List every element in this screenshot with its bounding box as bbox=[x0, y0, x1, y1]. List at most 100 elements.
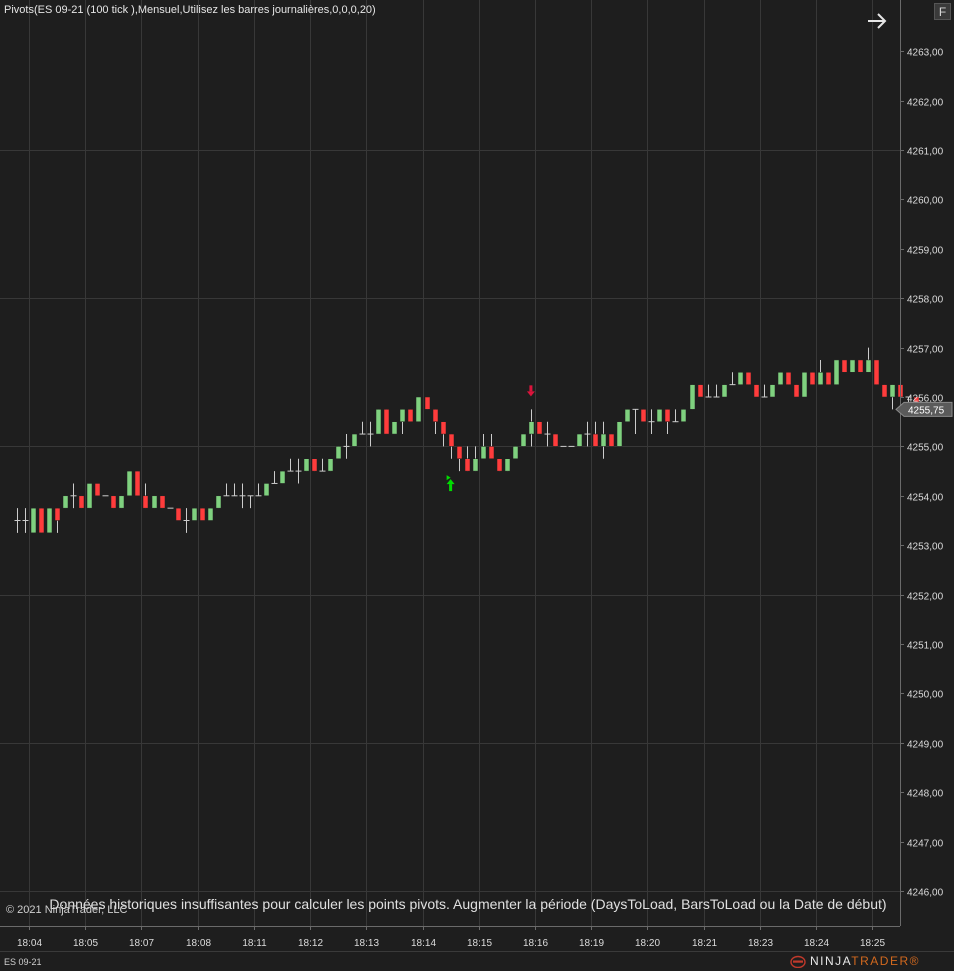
candle bbox=[721, 384, 728, 398]
candle-body-up bbox=[30, 507, 37, 534]
candle bbox=[207, 507, 214, 521]
candle bbox=[769, 384, 776, 398]
candle-body-down bbox=[488, 446, 495, 459]
candle-body-down bbox=[159, 495, 166, 509]
x-tick-label: 18:21 bbox=[692, 938, 717, 949]
candle bbox=[608, 433, 615, 447]
x-tick-label: 18:08 bbox=[186, 938, 211, 949]
candle bbox=[126, 470, 133, 497]
y-tick-label: 4258,00 bbox=[907, 295, 944, 306]
candle-body-up bbox=[86, 483, 93, 509]
candle bbox=[263, 483, 270, 497]
candle-body-up bbox=[399, 409, 406, 422]
candle bbox=[30, 507, 37, 534]
candle-body-down bbox=[38, 507, 45, 534]
brand-name-part1: NINJA bbox=[810, 954, 852, 968]
candle bbox=[110, 495, 117, 509]
y-tick-label: 4255,00 bbox=[907, 443, 944, 454]
candle bbox=[809, 372, 816, 385]
candle-body-up bbox=[737, 372, 744, 385]
candle-body-up bbox=[472, 458, 479, 472]
candle-body-up bbox=[656, 409, 663, 422]
candle-body-down bbox=[640, 409, 647, 422]
arrow-down-shaft bbox=[529, 385, 533, 392]
candle-body-down bbox=[857, 359, 864, 373]
x-tick-label: 18:25 bbox=[860, 938, 885, 949]
candle bbox=[175, 507, 182, 521]
candle bbox=[335, 446, 342, 459]
f-button[interactable]: F bbox=[934, 3, 951, 20]
candle-body-down bbox=[552, 433, 559, 447]
candle bbox=[552, 433, 559, 447]
candle bbox=[391, 421, 398, 435]
candle bbox=[62, 495, 69, 509]
candle bbox=[311, 458, 318, 472]
y-tick-label: 4262,00 bbox=[907, 98, 944, 109]
candle-body-down bbox=[536, 421, 543, 435]
candle-body-down bbox=[54, 507, 61, 521]
candle bbox=[624, 409, 631, 422]
candle bbox=[873, 359, 880, 385]
arrow-up-shaft bbox=[449, 484, 453, 492]
candle bbox=[118, 495, 125, 509]
candle bbox=[616, 421, 623, 447]
candle-body-up bbox=[616, 421, 623, 447]
candle-body-down bbox=[440, 421, 447, 435]
y-tick-label: 4247,00 bbox=[907, 839, 944, 850]
candle bbox=[753, 384, 760, 398]
y-tick-label: 4261,00 bbox=[907, 147, 944, 158]
candle-body-up bbox=[191, 507, 198, 521]
x-tick-label: 18:20 bbox=[635, 938, 660, 949]
candle bbox=[159, 495, 166, 509]
candle-body-up bbox=[415, 396, 422, 422]
candle-body-down bbox=[407, 409, 414, 422]
candle bbox=[825, 372, 832, 385]
last-price-tag: 4255,75 bbox=[895, 401, 953, 417]
candle-body-down bbox=[841, 359, 848, 373]
candle bbox=[857, 359, 864, 373]
y-tick-label: 4252,00 bbox=[907, 592, 944, 603]
brand-name-part2: TRADER bbox=[851, 954, 910, 968]
candle bbox=[415, 396, 422, 422]
candle-body-down bbox=[175, 507, 182, 521]
candle bbox=[134, 470, 141, 497]
chart-background bbox=[0, 0, 954, 971]
candle bbox=[576, 433, 583, 447]
candle-body-down bbox=[383, 409, 390, 435]
x-tick-label: 18:16 bbox=[523, 938, 548, 949]
candle-body-up bbox=[263, 483, 270, 497]
candle-body-down bbox=[785, 372, 792, 385]
scroll-to-end-button[interactable] bbox=[864, 8, 890, 34]
x-tick-label: 18:05 bbox=[73, 938, 98, 949]
arrow-right-icon bbox=[868, 13, 887, 29]
candle-body-up bbox=[279, 470, 286, 484]
candle-body-down bbox=[78, 495, 85, 509]
x-tick-label: 18:11 bbox=[242, 938, 267, 949]
candle-body-down bbox=[464, 458, 471, 472]
last-price-label: 4255,75 bbox=[908, 405, 945, 416]
candle-body-down bbox=[745, 372, 752, 385]
candle bbox=[38, 507, 45, 534]
y-tick-label: 4263,00 bbox=[907, 48, 944, 59]
x-tick-label: 18:23 bbox=[748, 938, 773, 949]
copyright-text: © 2021 NinjaTrader, LLC bbox=[6, 904, 128, 916]
y-tick-label: 4259,00 bbox=[907, 246, 944, 257]
candle bbox=[745, 372, 752, 385]
candle-body-down bbox=[881, 384, 888, 398]
candle-body-up bbox=[375, 409, 382, 435]
candle bbox=[520, 433, 527, 447]
candle bbox=[777, 372, 784, 385]
candle-body-up bbox=[849, 359, 856, 373]
instrument-label: ES 09-21 bbox=[4, 957, 42, 967]
candle-body-up bbox=[801, 372, 808, 398]
y-tick-label: 4251,00 bbox=[907, 641, 944, 652]
candle bbox=[640, 409, 647, 422]
candle-body-up bbox=[721, 384, 728, 398]
candle bbox=[78, 495, 85, 509]
price-chart[interactable]: 4246,004247,004248,004249,004250,004251,… bbox=[0, 0, 954, 971]
x-tick-label: 18:13 bbox=[354, 938, 379, 949]
y-tick-label: 4250,00 bbox=[907, 690, 944, 701]
candle bbox=[496, 458, 503, 472]
x-tick-label: 18:12 bbox=[298, 938, 323, 949]
candle-body-up bbox=[689, 384, 696, 410]
